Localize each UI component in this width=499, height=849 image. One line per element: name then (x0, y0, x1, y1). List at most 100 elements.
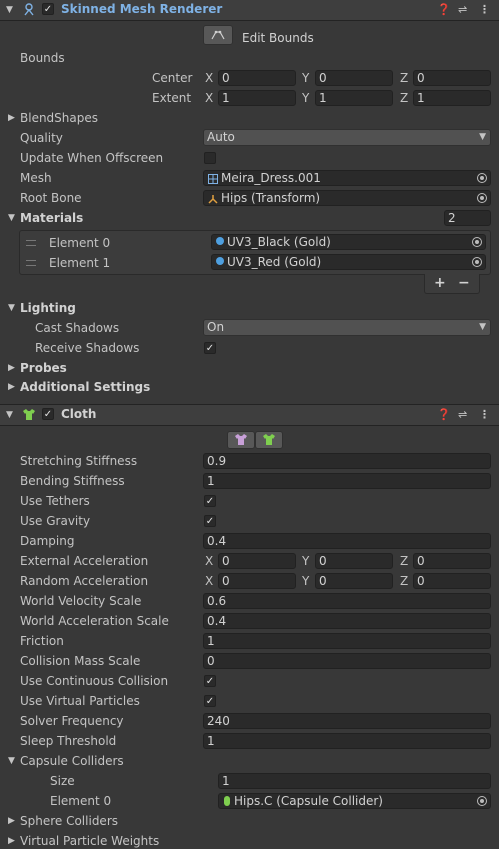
component-enabled-checkbox[interactable]: ✓ (42, 408, 54, 420)
materials-size-field[interactable]: 2 (444, 210, 491, 226)
object-picker-icon[interactable] (477, 796, 487, 806)
capsule-element-0-object-field[interactable]: Hips.C (Capsule Collider) (218, 793, 491, 809)
world-acceleration-scale-field[interactable]: 0.4 (203, 613, 491, 629)
extent-x-field[interactable]: 1 (218, 90, 296, 106)
element-0-object-field[interactable]: UV3_Black (Gold) (211, 234, 486, 250)
root-bone-value: Hips (Transform) (221, 191, 321, 205)
axis-x-label: X (205, 91, 214, 105)
add-icon[interactable]: + (434, 275, 446, 291)
additional-settings-foldout[interactable]: Additional Settings (20, 379, 150, 395)
axis-x-label: X (205, 554, 214, 568)
object-picker-icon[interactable] (472, 237, 482, 247)
use-virtual-particles-checkbox[interactable]: ✓ (204, 695, 216, 707)
cast-shadows-value: On (207, 320, 225, 334)
bending-field[interactable]: 1 (203, 473, 491, 489)
use-tethers-checkbox[interactable]: ✓ (204, 495, 216, 507)
extent-z-field[interactable]: 1 (413, 90, 491, 106)
use-continuous-collision-checkbox[interactable]: ✓ (204, 675, 216, 687)
skinned-mesh-renderer-header[interactable]: ▼ ✓ Skinned Mesh Renderer ❓ ⇌ ⋮ (0, 0, 499, 21)
object-picker-icon[interactable] (477, 173, 487, 183)
use-virtual-particles-label: Use Virtual Particles (20, 694, 140, 708)
probes-expand-icon[interactable]: ▶ (8, 360, 15, 376)
quality-dropdown[interactable]: Auto ▼ (203, 129, 491, 146)
axis-y-label: Y (302, 574, 310, 588)
presets-icon[interactable]: ⇌ (458, 3, 467, 16)
external-acceleration-y-field[interactable]: 0 (315, 553, 393, 569)
random-acceleration-z-field[interactable]: 0 (413, 573, 491, 589)
random-acceleration-x-field[interactable]: 0 (218, 573, 296, 589)
damping-label: Damping (20, 534, 75, 548)
context-menu-icon[interactable]: ⋮ (479, 408, 490, 421)
lighting-foldout[interactable]: Lighting (20, 300, 76, 316)
external-acceleration-x-field[interactable]: 0 (218, 553, 296, 569)
element-1-object-field[interactable]: UV3_Red (Gold) (211, 254, 486, 270)
sphere-colliders-foldout[interactable]: Sphere Colliders (20, 813, 118, 829)
collapse-arrow-icon[interactable]: ▼ (6, 2, 13, 18)
additional-expand-icon[interactable]: ▶ (8, 379, 15, 395)
receive-shadows-label: Receive Shadows (35, 341, 140, 355)
edit-self-collision-button[interactable] (255, 431, 283, 449)
materials-collapse-icon[interactable]: ▼ (8, 210, 15, 226)
list-footer: + − (424, 274, 480, 294)
center-y-field[interactable]: 0 (315, 70, 393, 86)
solver-frequency-field[interactable]: 240 (203, 713, 491, 729)
virtual-particle-weights-foldout[interactable]: Virtual Particle Weights (20, 833, 159, 849)
edit-constraints-button[interactable] (227, 431, 255, 449)
update-offscreen-label: Update When Offscreen (20, 151, 164, 165)
cloth-header[interactable]: ▼ ✓ Cloth ❓ ⇌ ⋮ (0, 404, 499, 426)
component-enabled-checkbox[interactable]: ✓ (42, 3, 54, 15)
object-picker-icon[interactable] (477, 193, 487, 203)
collapse-arrow-icon[interactable]: ▼ (6, 407, 13, 423)
blendshapes-expand-icon[interactable]: ▶ (8, 110, 15, 126)
lighting-collapse-icon[interactable]: ▼ (8, 300, 15, 316)
root-bone-object-field[interactable]: Hips (Transform) (203, 190, 491, 206)
capsule-size-field[interactable]: 1 (218, 773, 491, 789)
axis-z-label: Z (400, 91, 409, 105)
cast-shadows-dropdown[interactable]: On ▼ (203, 319, 491, 336)
help-icon[interactable]: ❓ (437, 408, 451, 421)
use-gravity-checkbox[interactable]: ✓ (204, 515, 216, 527)
chevron-down-icon: ▼ (479, 132, 486, 142)
random-acceleration-y-field[interactable]: 0 (315, 573, 393, 589)
capsule-colliders-foldout[interactable]: Capsule Colliders (20, 753, 124, 769)
center-x-field[interactable]: 0 (218, 70, 296, 86)
sphere-colliders-expand-icon[interactable]: ▶ (8, 813, 15, 829)
world-velocity-scale-field[interactable]: 0.6 (203, 593, 491, 609)
presets-icon[interactable]: ⇌ (458, 408, 467, 421)
edit-bounds-button[interactable] (203, 25, 233, 45)
use-gravity-label: Use Gravity (20, 514, 91, 528)
quality-value: Auto (207, 130, 235, 144)
element-0-value: UV3_Black (Gold) (227, 235, 331, 249)
element-0-label: Element 0 (49, 236, 111, 250)
receive-shadows-checkbox[interactable]: ✓ (204, 342, 216, 354)
mesh-object-field[interactable]: Meira_Dress.001 (203, 170, 491, 186)
capsule-element-0-value: Hips.C (Capsule Collider) (234, 794, 383, 808)
center-z-field[interactable]: 0 (413, 70, 491, 86)
extent-y-field[interactable]: 1 (315, 90, 393, 106)
external-acceleration-z-field[interactable]: 0 (413, 553, 491, 569)
cloth-collision-icon (263, 434, 275, 445)
capsule-colliders-collapse-icon[interactable]: ▼ (8, 753, 15, 769)
drag-handle-icon[interactable] (26, 260, 36, 266)
sleep-threshold-field[interactable]: 1 (203, 733, 491, 749)
axis-y-label: Y (302, 71, 310, 85)
stretching-field[interactable]: 0.9 (203, 453, 491, 469)
update-offscreen-checkbox[interactable] (204, 152, 216, 164)
materials-foldout[interactable]: Materials (20, 210, 83, 226)
drag-handle-icon[interactable] (26, 240, 36, 246)
blendshapes-foldout[interactable]: BlendShapes (20, 110, 98, 126)
damping-field[interactable]: 0.4 (203, 533, 491, 549)
use-tethers-label: Use Tethers (20, 494, 90, 508)
world-velocity-scale-label: World Velocity Scale (20, 594, 142, 608)
virtual-particle-weights-expand-icon[interactable]: ▶ (8, 833, 15, 849)
context-menu-icon[interactable]: ⋮ (479, 3, 490, 16)
mesh-icon (208, 173, 218, 187)
help-icon[interactable]: ❓ (437, 3, 451, 16)
friction-field[interactable]: 1 (203, 633, 491, 649)
probes-foldout[interactable]: Probes (20, 360, 67, 376)
stretching-label: Stretching Stiffness (20, 454, 138, 468)
object-picker-icon[interactable] (472, 257, 482, 267)
collision-mass-scale-field[interactable]: 0 (203, 653, 491, 669)
remove-icon[interactable]: − (458, 275, 470, 291)
axis-z-label: Z (400, 574, 409, 588)
